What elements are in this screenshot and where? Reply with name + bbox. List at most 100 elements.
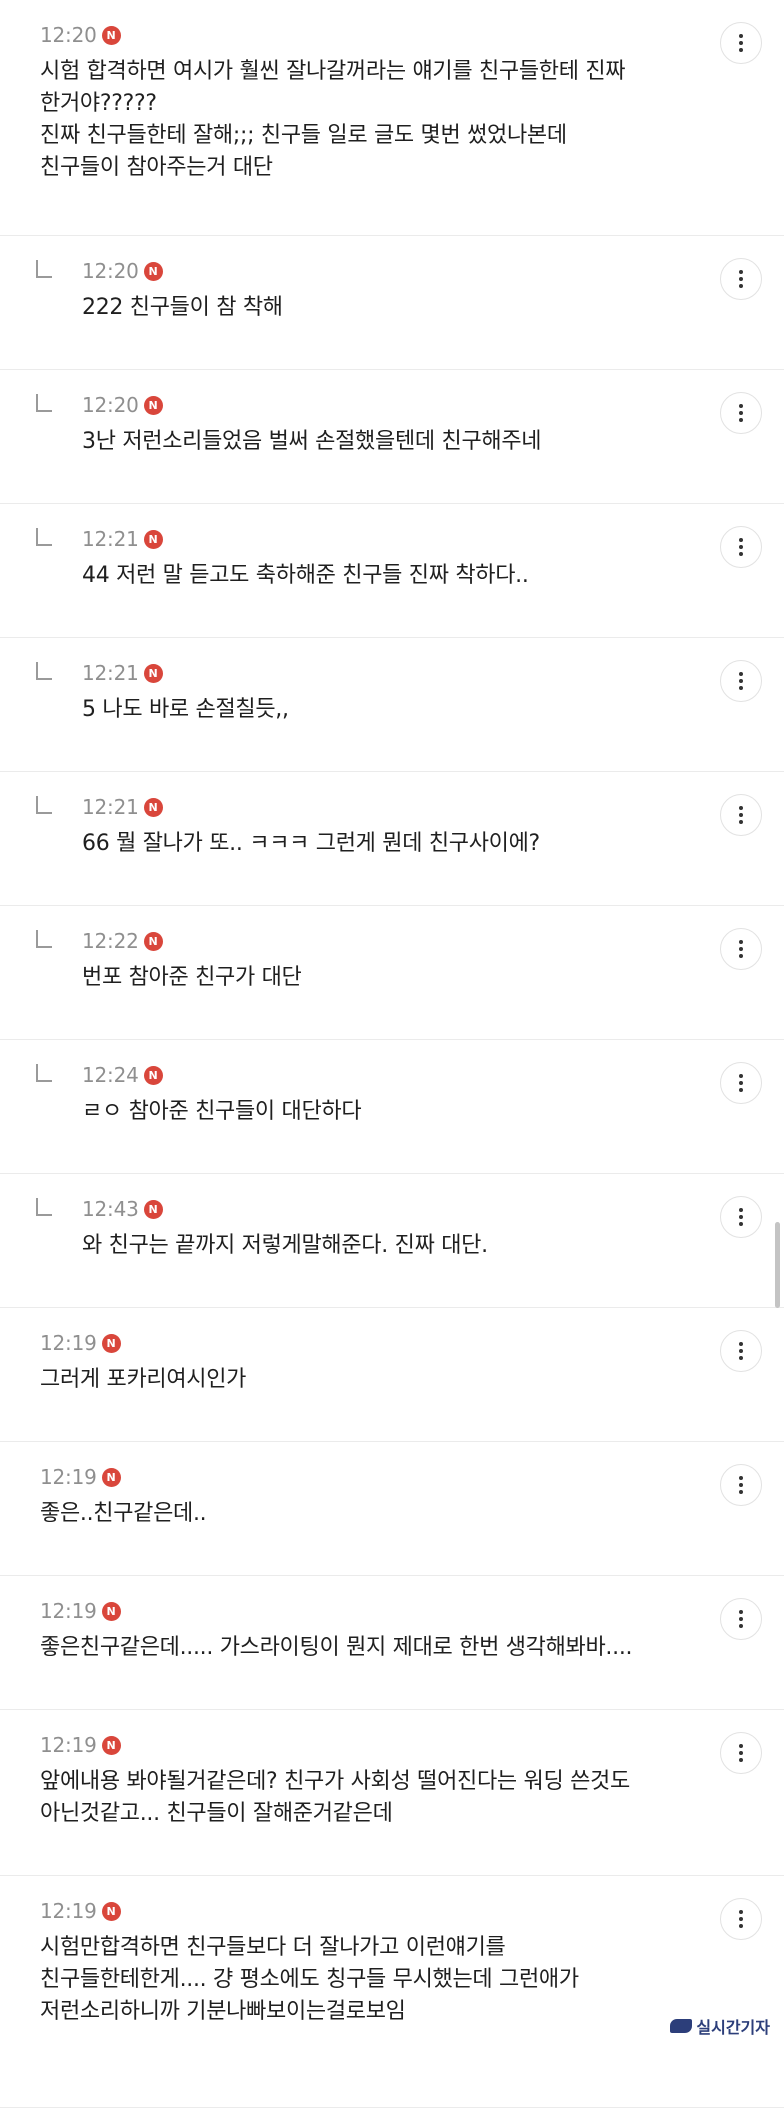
more-options-button[interactable] [720,22,762,64]
more-dot-icon [739,41,743,45]
new-badge-icon: N [143,931,163,951]
new-badge-icon: N [101,1601,121,1621]
more-dot-icon [739,552,743,556]
more-options-button[interactable] [720,392,762,434]
more-dot-icon [739,806,743,810]
more-dot-icon [739,538,743,542]
more-dot-icon [739,270,743,274]
comment-time: 12:43 [82,1197,139,1221]
comment-meta: 12:19 N [40,1896,704,1926]
more-options-button[interactable] [720,1062,762,1104]
more-dot-icon [739,404,743,408]
more-options-button[interactable] [720,1732,762,1774]
comment-meta: 12:20 N [82,256,704,286]
new-badge-icon: N [143,529,163,549]
more-dot-icon [739,1342,743,1346]
more-dot-icon [739,1744,743,1748]
comment-meta: 12:19 N [40,1328,704,1358]
new-badge-icon: N [101,1467,121,1487]
more-options-button[interactable] [720,928,762,970]
reply-arrow-icon [36,662,52,680]
comment-time: 12:20 [40,23,97,47]
comment-meta: 12:19 N [40,1462,704,1492]
comment-text: 3난 저런소리들었음 벌써 손절했을텐데 친구해주네 [82,429,542,454]
more-dot-icon [739,418,743,422]
reply-arrow-icon [36,1198,52,1216]
more-dot-icon [739,679,743,683]
comment-time: 12:21 [82,527,139,551]
more-dot-icon [739,1924,743,1928]
more-options-button[interactable] [720,526,762,568]
comment-time: 12:21 [82,795,139,819]
more-dot-icon [739,1074,743,1078]
more-dot-icon [739,1490,743,1494]
new-badge-icon: N [143,261,163,281]
more-options-button[interactable] [720,1464,762,1506]
comment-time: 12:19 [40,1899,97,1923]
new-badge-icon: N [101,1901,121,1921]
comment-text: 222 친구들이 참 착해 [82,295,283,320]
more-dot-icon [739,1617,743,1621]
more-dot-icon [739,672,743,676]
more-options-button[interactable] [720,1196,762,1238]
more-dot-icon [739,813,743,817]
reply-comment: 12:24 N ㄹㅇ 참아준 친구들이 대단하다 [0,1040,784,1174]
more-dot-icon [739,1483,743,1487]
comment-text: 앞에내용 봐야될거같은데? 친구가 사회성 떨어진다는 워딩 쓴것도 아닌것같고… [40,1769,630,1826]
comment-meta: 12:19 N [40,1596,704,1626]
comment-text: 그러게 포카리여시인가 [40,1367,247,1392]
comment-text: 44 저런 말 듣고도 축하해준 친구들 진짜 착하다.. [82,563,529,588]
more-options-button[interactable] [720,1330,762,1372]
more-dot-icon [739,947,743,951]
reply-comment: 12:43 N 와 친구는 끝까지 저렇게말해준다. 진짜 대단. [0,1174,784,1308]
comment-item: 12:19 N 시험만합격하면 친구들보다 더 잘나가고 이런얘기를 친구들한테한게… [0,1876,784,2108]
more-dot-icon [739,34,743,38]
more-dot-icon [739,545,743,549]
more-dot-icon [739,1081,743,1085]
comment-time: 12:19 [40,1465,97,1489]
comment-item: 12:19 N 앞에내용 봐야될거같은데? 친구가 사회성 떨어진다는 워딩 쓴것도… [0,1710,784,1876]
more-dot-icon [739,1349,743,1353]
comment-time: 12:24 [82,1063,139,1087]
more-dot-icon [739,1088,743,1092]
comment-text: ㄹㅇ 참아준 친구들이 대단하다 [82,1099,362,1124]
new-badge-icon: N [143,797,163,817]
comment-time: 12:19 [40,1331,97,1355]
reply-comment: 12:21 N 5 나도 바로 손절칠듯,, [0,638,784,772]
comment-list: 12:20 N 시험 합격하면 여시가 훨씬 잘나갈꺼라는 얘기를 친구들한테 진짜… [0,0,784,2108]
more-dot-icon [739,1758,743,1762]
reply-comment: 12:21 N 44 저런 말 듣고도 축하해준 친구들 진짜 착하다.. [0,504,784,638]
watermark-logo-icon [670,2019,693,2033]
comment-text: 번포 참아준 친구가 대단 [82,965,302,990]
comment-time: 12:20 [82,259,139,283]
reply-arrow-icon [36,528,52,546]
more-dot-icon [739,1624,743,1628]
comment-text: 좋은..친구같은데.. [40,1501,207,1526]
new-badge-icon: N [101,1735,121,1755]
more-options-button[interactable] [720,660,762,702]
new-badge-icon: N [101,25,121,45]
comment-meta: 12:43 N [82,1194,704,1224]
more-dot-icon [739,284,743,288]
comment-text: 5 나도 바로 손절칠듯,, [82,697,289,722]
comment-time: 12:22 [82,929,139,953]
comment-time: 12:19 [40,1733,97,1757]
more-options-button[interactable] [720,258,762,300]
scrollbar[interactable] [775,1222,780,1308]
comment-text: 66 뭘 잘나가 또.. ㅋㅋㅋ 그런게 뭔데 친구사이에? [82,831,540,856]
more-options-button[interactable] [720,1598,762,1640]
more-dot-icon [739,1356,743,1360]
comment-meta: 12:20 N [40,20,704,50]
more-dot-icon [739,411,743,415]
reply-arrow-icon [36,394,52,412]
more-dot-icon [739,1476,743,1480]
more-options-button[interactable] [720,794,762,836]
more-dot-icon [739,686,743,690]
comment-item: 12:19 N 그러게 포카리여시인가 [0,1308,784,1442]
reply-arrow-icon [36,1064,52,1082]
reply-comment: 12:21 N 66 뭘 잘나가 또.. ㅋㅋㅋ 그런게 뭔데 친구사이에? [0,772,784,906]
watermark-text: 실시간기자 [696,2018,770,2037]
more-dot-icon [739,1917,743,1921]
more-options-button[interactable] [720,1898,762,1940]
reply-comment: 12:20 N 222 친구들이 참 착해 [0,236,784,370]
